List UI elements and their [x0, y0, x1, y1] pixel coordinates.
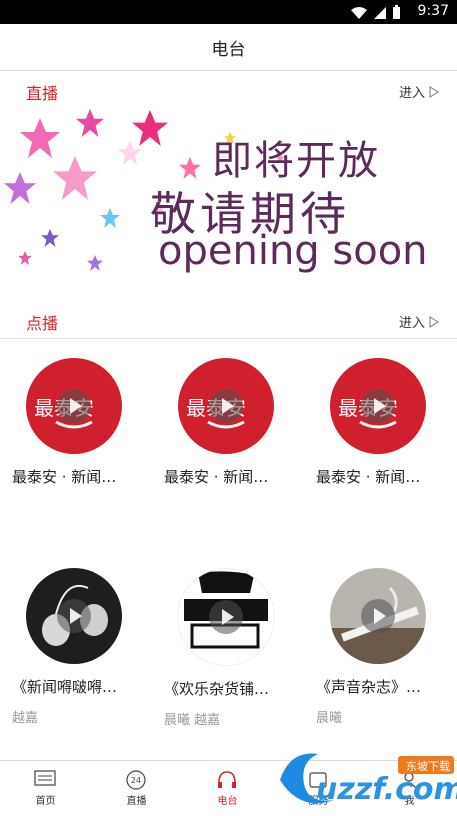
vod-enter-button[interactable]: 进入: [399, 312, 439, 331]
program-item[interactable]: 《新闻嘚啵嘚… 越嘉: [4, 568, 144, 726]
program-cover: 最泰安: [178, 358, 274, 454]
status-icons: [350, 5, 401, 20]
program-item[interactable]: 《欢乐杂货铺… 晨曦 越嘉: [156, 568, 296, 728]
program-item[interactable]: 最泰安 最泰安 · 新闻…: [156, 358, 296, 487]
tab-label: 首页: [35, 796, 56, 807]
program-name: 《声音杂志》…: [316, 678, 422, 696]
play-icon: [209, 389, 243, 423]
watermark-text: uzzf.com: [316, 772, 457, 807]
program-cover: 最泰安: [330, 358, 426, 454]
vod-section-header: 点播 进入: [0, 302, 457, 338]
program-cover: [26, 568, 122, 664]
program-item[interactable]: 最泰安 最泰安 · 新闻…: [308, 358, 448, 487]
live-enter-label: 进入: [398, 86, 425, 101]
status-bar: 9:37: [0, 0, 457, 24]
play-icon: [57, 389, 91, 423]
vod-enter-label: 进入: [398, 316, 425, 331]
svg-text:24: 24: [131, 776, 141, 785]
program-author: 越嘉: [12, 711, 39, 726]
clock-24-icon: 24: [126, 770, 146, 790]
program-author: 晨曦: [316, 711, 343, 726]
program-name: 《欢乐杂货铺…: [164, 680, 270, 698]
program-name: 《新闻嘚啵嘚…: [12, 678, 118, 696]
chevron-right-icon: [429, 85, 439, 98]
watermark: 东坡下载 uzzf.com: [270, 740, 457, 812]
play-icon: [209, 600, 243, 634]
wifi-icon: [351, 6, 367, 19]
play-icon: [361, 389, 395, 423]
tab-home[interactable]: 首页: [0, 761, 91, 813]
play-icon: [361, 599, 395, 633]
program-name: 最泰安 · 新闻…: [316, 468, 421, 486]
vod-section-title: 点播: [26, 314, 59, 333]
program-cover: [330, 568, 426, 664]
program-cover: 最泰安: [26, 358, 122, 454]
chevron-right-icon: [429, 315, 439, 328]
program-item[interactable]: 《声音杂志》… 晨曦: [308, 568, 448, 726]
live-section-header: 直播 进入: [0, 72, 457, 108]
play-icon: [57, 599, 91, 633]
program-cover: [177, 568, 275, 666]
battery-icon: [393, 5, 400, 19]
live-enter-button[interactable]: 进入: [399, 82, 439, 101]
live-section-title: 直播: [26, 84, 59, 103]
program-item[interactable]: 最泰安 最泰安 · 新闻…: [4, 358, 144, 487]
banner-line3: opening soon: [158, 228, 428, 274]
signal-icon: [374, 6, 386, 19]
tab-label: 电台: [217, 796, 238, 807]
tab-label: 直播: [126, 796, 147, 807]
section-divider: [0, 338, 457, 339]
program-author: 晨曦 越嘉: [164, 713, 221, 728]
status-time: 9:37: [417, 3, 449, 19]
tab-radio[interactable]: 电台: [182, 761, 273, 813]
page-title: 电台: [0, 24, 457, 71]
live-banner[interactable]: 即将开放 敬请期待 opening soon: [0, 108, 457, 280]
program-name: 最泰安 · 新闻…: [164, 468, 269, 486]
program-name: 最泰安 · 新闻…: [12, 468, 117, 486]
news-icon: [34, 770, 56, 786]
headphones-icon: [218, 771, 236, 788]
tab-live[interactable]: 24 直播: [91, 761, 182, 813]
